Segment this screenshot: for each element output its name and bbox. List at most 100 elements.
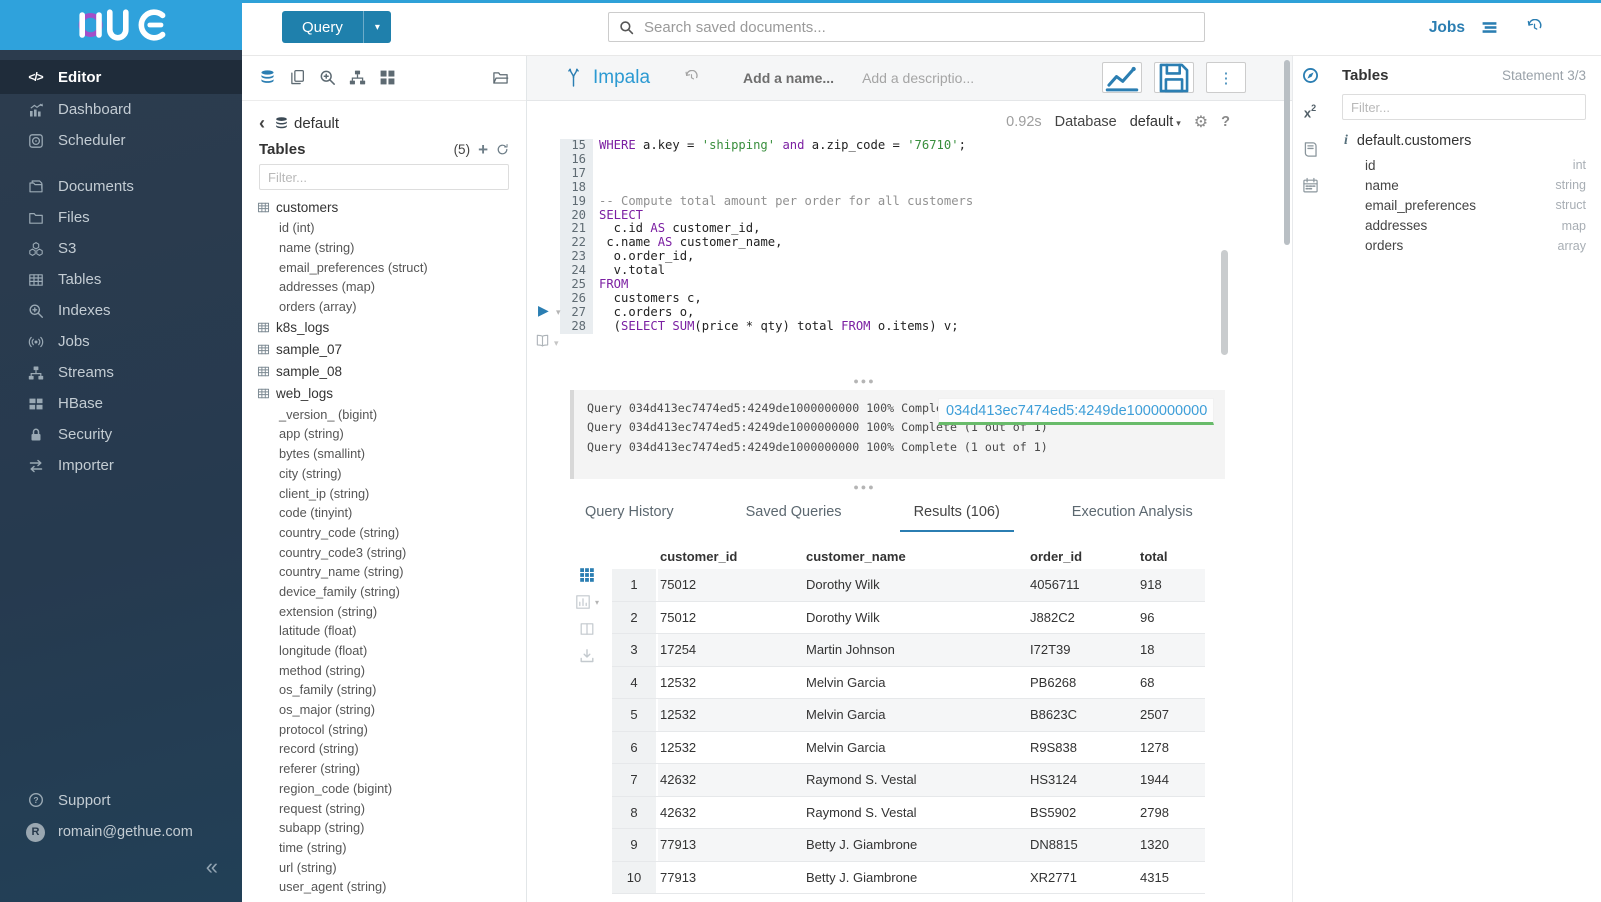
sidebar-item-support[interactable]: ? Support: [0, 784, 242, 816]
query-id-overlay[interactable]: 034d413ec7474ed5:4249de1000000000: [938, 398, 1214, 425]
query-button[interactable]: Query ▾: [282, 11, 391, 43]
assist-filter-input[interactable]: [259, 164, 509, 190]
assist-column[interactable]: url (string): [242, 857, 526, 877]
right-filter-input[interactable]: [1342, 94, 1586, 120]
databases-icon[interactable]: [259, 69, 276, 86]
assist-column[interactable]: email_preferences (struct): [242, 257, 526, 277]
search-input[interactable]: [642, 18, 1194, 37]
assist-table-web-logs[interactable]: web_logs: [242, 382, 526, 404]
book-options-caret[interactable]: ▾: [554, 338, 559, 349]
assist-column[interactable]: method (string): [242, 660, 526, 680]
execute-play-button[interactable]: ▶: [538, 302, 549, 319]
table-row[interactable]: 1077913Betty J. GiambroneXR27714315: [612, 862, 1205, 895]
assist-table-customers[interactable]: customers: [242, 196, 526, 218]
tab-execution-analysis[interactable]: Execution Analysis: [1058, 504, 1207, 532]
main-scrollbar-thumb[interactable]: [1284, 60, 1290, 245]
right-column-email-preferences[interactable]: email_preferencesstruct: [1342, 195, 1586, 215]
sitemap-icon[interactable]: [349, 69, 366, 86]
engine-name[interactable]: Impala: [593, 67, 650, 89]
table-row[interactable]: 275012Dorothy WilkJ882C296: [612, 602, 1205, 635]
active-table-row[interactable]: i default.customers: [1342, 133, 1586, 149]
back-chevron-icon[interactable]: ‹: [259, 114, 265, 132]
table-row[interactable]: 317254Martin JohnsonI72T3918: [612, 634, 1205, 667]
history-icon[interactable]: [1526, 19, 1543, 36]
table-row[interactable]: 612532Melvin GarciaR9S8381278: [612, 732, 1205, 765]
right-column-id[interactable]: idint: [1342, 155, 1586, 175]
assist-column[interactable]: id (int): [242, 218, 526, 238]
save-button[interactable]: [1154, 62, 1194, 93]
results-column-header[interactable]: customer_id: [658, 549, 804, 564]
resize-handle-bottom[interactable]: ●●●: [527, 482, 1202, 492]
code-line[interactable]: 20SELECT: [527, 209, 1292, 223]
database-selector[interactable]: default▾: [1130, 114, 1181, 130]
tab-results-106[interactable]: Results (106): [900, 504, 1014, 532]
add-table-button[interactable]: +: [478, 141, 488, 158]
sidebar-item-streams[interactable]: Streams: [0, 357, 242, 388]
settings-gear-icon[interactable]: ⚙: [1194, 112, 1208, 132]
assist-column[interactable]: request (string): [242, 798, 526, 818]
assist-column[interactable]: orders (array): [242, 297, 526, 317]
global-search[interactable]: [608, 12, 1205, 42]
right-column-addresses[interactable]: addressesmap: [1342, 216, 1586, 236]
chart-options-caret[interactable]: ▾: [595, 598, 599, 607]
assist-table-sample-07[interactable]: sample_07: [242, 338, 526, 360]
code-line[interactable]: 21 c.id AS customer_id,: [527, 222, 1292, 236]
assist-column[interactable]: longitude (float): [242, 641, 526, 661]
sidebar-collapse-button[interactable]: «: [206, 856, 218, 878]
sidebar-item-tables[interactable]: Tables: [0, 264, 242, 295]
folder-icon[interactable]: [492, 69, 509, 86]
code-line[interactable]: 28 (SELECT SUM(price * qty) total FROM o…: [527, 320, 1292, 334]
assist-column[interactable]: client_ip (string): [242, 483, 526, 503]
assist-column[interactable]: code (tinyint): [242, 503, 526, 523]
right-column-orders[interactable]: ordersarray: [1342, 236, 1586, 256]
assist-column[interactable]: user_agent (string): [242, 877, 526, 897]
chart-view-icon[interactable]: [575, 594, 591, 610]
columns-icon[interactable]: [575, 621, 599, 637]
more-actions-button[interactable]: ⋮: [1206, 62, 1246, 93]
assist-column[interactable]: country_name (string): [242, 562, 526, 582]
functions-x2-icon[interactable]: x2: [1304, 103, 1316, 122]
code-line[interactable]: 16: [527, 153, 1292, 167]
code-line[interactable]: 23 o.order_id,: [527, 250, 1292, 264]
table-row[interactable]: 512532Melvin GarciaB8623C2507: [612, 699, 1205, 732]
table-row[interactable]: 742632Raymond S. VestalHS31241944: [612, 764, 1205, 797]
assist-column[interactable]: country_code3 (string): [242, 542, 526, 562]
assist-column[interactable]: region_code (bigint): [242, 779, 526, 799]
schedule-calendar-icon[interactable]: [1302, 177, 1319, 194]
code-line[interactable]: 15WHERE a.key = 'shipping' and a.zip_cod…: [527, 139, 1292, 153]
assist-table-k8s-logs[interactable]: k8s_logs: [242, 316, 526, 338]
code-line[interactable]: 24 v.total: [527, 264, 1292, 278]
assist-column[interactable]: device_family (string): [242, 582, 526, 602]
sidebar-item-importer[interactable]: Importer: [0, 450, 242, 481]
sidebar-item-files[interactable]: Files: [0, 202, 242, 233]
code-line[interactable]: 22 c.name AS customer_name,: [527, 236, 1292, 250]
assist-column[interactable]: bytes (smallint): [242, 444, 526, 464]
right-column-name[interactable]: namestring: [1342, 175, 1586, 195]
sidebar-item-s3[interactable]: S3: [0, 233, 242, 264]
code-line[interactable]: 17: [527, 167, 1292, 181]
assist-column[interactable]: record (string): [242, 739, 526, 759]
assist-column[interactable]: time (string): [242, 838, 526, 858]
code-line[interactable]: 19-- Compute total amount per order for …: [527, 195, 1292, 209]
assist-column[interactable]: subapp (string): [242, 818, 526, 838]
chart-button[interactable]: [1102, 62, 1142, 93]
language-reference-book-icon[interactable]: [1302, 141, 1319, 158]
assist-column[interactable]: city (string): [242, 464, 526, 484]
help-icon[interactable]: ?: [1221, 114, 1230, 130]
query-button-label[interactable]: Query: [282, 11, 363, 43]
table-row[interactable]: 842632Raymond S. VestalBS59022798: [612, 797, 1205, 830]
history-icon[interactable]: [684, 70, 699, 85]
assist-column[interactable]: referer (string): [242, 759, 526, 779]
results-column-header[interactable]: total: [1138, 549, 1205, 564]
database-name[interactable]: default: [294, 115, 339, 132]
jobs-link[interactable]: Jobs: [1429, 19, 1465, 37]
assist-column[interactable]: latitude (float): [242, 621, 526, 641]
open-book-icon[interactable]: [535, 333, 550, 348]
refresh-icon[interactable]: [496, 143, 509, 156]
sidebar-item-hbase[interactable]: HBase: [0, 388, 242, 419]
assist-column[interactable]: country_code (string): [242, 523, 526, 543]
results-column-header[interactable]: customer_name: [804, 549, 1028, 564]
tab-query-history[interactable]: Query History: [571, 504, 688, 532]
execute-options-caret[interactable]: ▾: [556, 307, 561, 318]
resize-handle-top[interactable]: ●●●: [527, 376, 1202, 386]
